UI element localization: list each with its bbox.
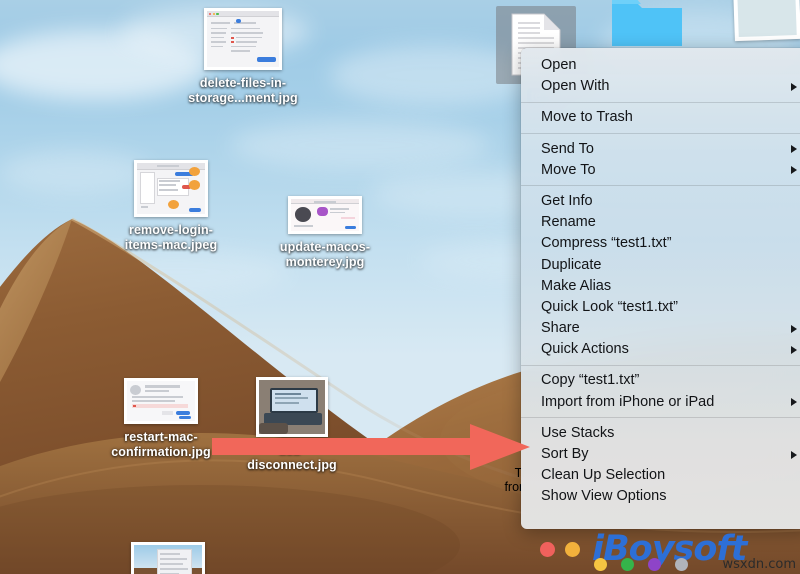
photo-icon <box>733 0 800 42</box>
menu-item-copy[interactable]: Copy “test1.txt” <box>521 370 800 391</box>
menu-item-get-info[interactable]: Get Info <box>521 191 800 212</box>
desktop-icon-label: remove-login- items-mac.jpeg <box>124 223 218 252</box>
finder-context-menu[interactable]: Open Open With Move to Trash Send To Mov… <box>521 48 800 529</box>
red-pointer-arrow <box>212 424 530 472</box>
menu-separator <box>521 101 800 103</box>
menu-item-import-from-iphone-or-ipad[interactable]: Import from iPhone or iPad <box>521 392 800 413</box>
menu-item-make-alias[interactable]: Make Alias <box>521 276 800 297</box>
menu-item-use-stacks[interactable]: Use Stacks <box>521 423 800 444</box>
chevron-right-icon <box>791 345 797 354</box>
menu-item-compress[interactable]: Compress “test1.txt” <box>521 233 800 254</box>
desktop-icon-folder[interactable] <box>610 0 684 48</box>
desktop-icon-label: restart-mac- confirmation.jpg <box>111 430 211 459</box>
icon-thumbnail <box>204 8 282 70</box>
wsxdn-watermark-text: wsxdn.com <box>722 557 797 572</box>
menu-separator <box>521 417 800 419</box>
menu-item-move-to-trash[interactable]: Move to Trash <box>521 107 800 128</box>
icon-thumbnail <box>131 542 205 574</box>
desktop[interactable]: delete-files-in- storage...ment.jpg remo… <box>0 0 800 574</box>
menu-item-open[interactable]: Open <box>521 55 800 76</box>
menu-separator <box>521 185 800 187</box>
icon-thumbnail <box>288 196 362 234</box>
menu-item-clean-up-selection[interactable]: Clean Up Selection <box>521 465 800 486</box>
menu-separator <box>521 364 800 366</box>
menu-item-show-view-options[interactable]: Show View Options <box>521 486 800 507</box>
desktop-icon-remove-login-items-mac[interactable]: remove-login- items-mac.jpeg <box>96 160 246 253</box>
icon-thumbnail <box>124 378 198 424</box>
menu-item-quick-look[interactable]: Quick Look “test1.txt” <box>521 297 800 318</box>
chevron-right-icon <box>791 398 797 407</box>
menu-item-open-with[interactable]: Open With <box>521 76 800 97</box>
menu-item-sort-by[interactable]: Sort By <box>521 444 800 465</box>
chevron-right-icon <box>791 145 797 154</box>
desktop-icon-delete-files-in-storage[interactable]: delete-files-in- storage...ment.jpg <box>168 8 318 106</box>
watermark-chips <box>594 558 688 571</box>
menu-separator <box>521 133 800 135</box>
menu-item-share[interactable]: Share <box>521 318 800 339</box>
icon-thumbnail <box>134 160 208 217</box>
desktop-icon-photo[interactable] <box>733 0 800 43</box>
desktop-icon-label: delete-files-in- storage...ment.jpg <box>188 76 298 105</box>
watermark-dots <box>540 542 580 557</box>
folder-icon <box>612 0 682 46</box>
menu-item-send-to[interactable]: Send To <box>521 139 800 160</box>
menu-item-move-to[interactable]: Move To <box>521 160 800 181</box>
menu-item-duplicate[interactable]: Duplicate <box>521 255 800 276</box>
iboysoft-watermark: iBoysoft wsxdn.com <box>532 525 800 574</box>
desktop-icon-bottom-edge[interactable] <box>93 542 243 574</box>
menu-item-quick-actions[interactable]: Quick Actions <box>521 339 800 360</box>
chevron-right-icon <box>791 450 797 459</box>
chevron-right-icon <box>791 324 797 333</box>
menu-item-rename[interactable]: Rename <box>521 212 800 233</box>
desktop-icon-update-macos-monterey[interactable]: update-macos- monterey.jpg <box>250 196 400 270</box>
chevron-right-icon <box>791 82 797 91</box>
desktop-icon-label: update-macos- monterey.jpg <box>279 240 371 269</box>
chevron-right-icon <box>791 166 797 175</box>
